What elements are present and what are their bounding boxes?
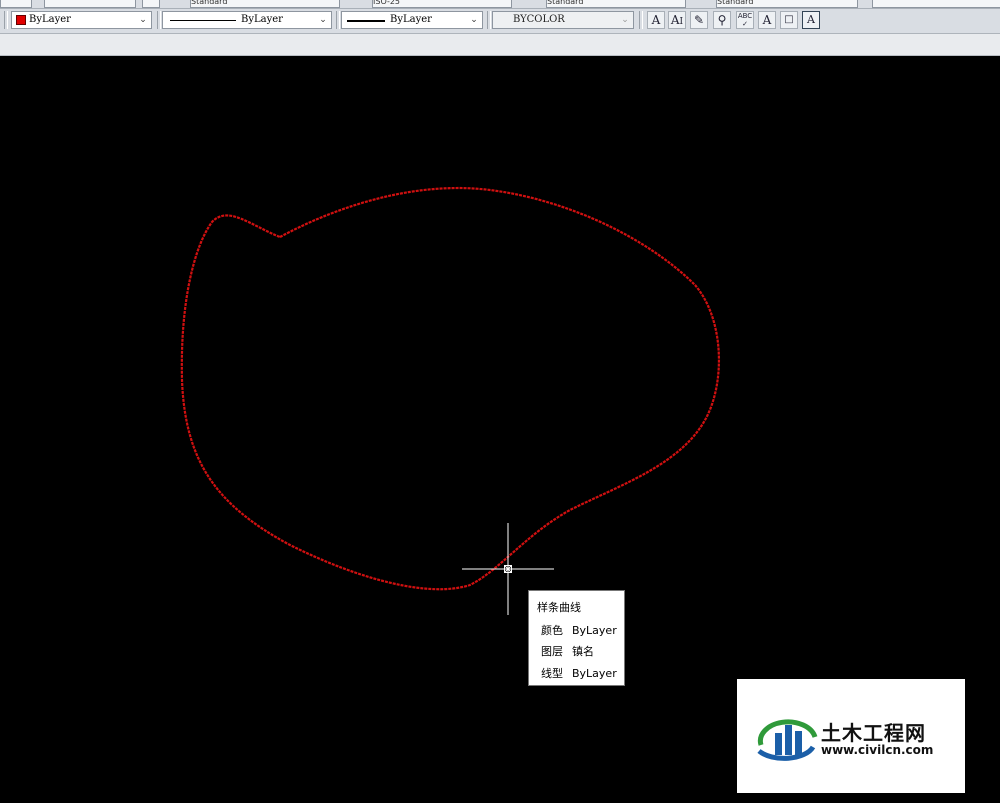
file-tab-strip [0, 34, 1000, 56]
watermark-name: 土木工程网 [821, 721, 926, 745]
tooltip-value: ByLayer [572, 667, 617, 680]
separator [639, 11, 643, 29]
lineweight-preview [347, 20, 385, 22]
tooltip-row-layer: 图层 镇名 [541, 643, 594, 659]
text-style-dropdown[interactable]: Standard [190, 0, 340, 8]
multiline-text-icon[interactable]: A [647, 11, 665, 29]
help-icon[interactable] [142, 0, 160, 8]
separator [157, 11, 161, 29]
tooltip-row-linetype: 线型 ByLayer [541, 665, 617, 681]
linetype-preview [170, 20, 236, 21]
text-edit-2-icon[interactable]: ✎ [690, 11, 708, 29]
table-style-dropdown[interactable]: Standard [546, 0, 686, 8]
chevron-down-icon: ⌄ [319, 15, 327, 25]
mleader-style-value: Standard [717, 0, 754, 6]
styles-toolbar: Standard ISO-25 Standard Standard [0, 0, 1000, 9]
dim-style-dropdown[interactable]: ISO-25 [372, 0, 512, 8]
mleader-style-dropdown[interactable]: Standard [716, 0, 858, 8]
text-edit-icon[interactable]: AI [668, 11, 686, 29]
text-scale-icon[interactable]: A [758, 11, 776, 29]
logo-mark-icon [757, 719, 818, 761]
rollover-tooltip: 样条曲线 颜色 ByLayer 图层 镇名 线型 ByLayer [528, 590, 625, 686]
tool-icon-zoom[interactable] [0, 0, 32, 8]
tooltip-key: 图层 [541, 645, 563, 658]
linetype-value: ByLayer [241, 14, 283, 25]
toolbar-grip[interactable] [4, 11, 8, 29]
text-style-value: Standard [191, 0, 228, 6]
tooltip-value: ByLayer [572, 624, 617, 637]
tooltip-title: 样条曲线 [537, 601, 581, 614]
spell-check-icon[interactable]: ABC ✓ [736, 11, 754, 29]
text-frame-icon[interactable]: A [802, 11, 820, 29]
separator [336, 11, 340, 29]
table-style-value: Standard [547, 0, 584, 6]
chevron-down-icon: ⌄ [470, 15, 478, 25]
lineweight-value: ByLayer [390, 14, 432, 25]
tooltip-key: 颜色 [541, 624, 563, 637]
watermark-logo: 土木工程网 www.civilcn.com [737, 679, 965, 793]
tooltip-key: 线型 [541, 667, 563, 680]
align-tools[interactable] [872, 0, 1000, 8]
color-value: ByLayer [29, 14, 71, 25]
properties-toolbar: ByLayer ⌄ ByLayer ⌄ ByLayer ⌄ BYCOLOR ⌄ … [0, 9, 1000, 34]
watermark-url: www.civilcn.com [821, 743, 934, 757]
color-dropdown[interactable]: ByLayer ⌄ [11, 11, 152, 29]
tooltip-value: 镇名 [572, 645, 594, 658]
tool-icon-group[interactable] [44, 0, 136, 8]
dim-style-value: ISO-25 [373, 0, 401, 6]
plot-style-value: BYCOLOR [513, 14, 565, 25]
justify-text-icon[interactable]: □ [780, 11, 798, 29]
lineweight-dropdown[interactable]: ByLayer ⌄ [341, 11, 483, 29]
linetype-dropdown[interactable]: ByLayer ⌄ [162, 11, 332, 29]
separator [487, 11, 491, 29]
tooltip-row-color: 颜色 ByLayer [541, 622, 617, 638]
spline-curve[interactable] [180, 186, 721, 591]
find-text-icon[interactable]: ⚲ [713, 11, 731, 29]
color-swatch [16, 15, 26, 25]
plot-style-dropdown: BYCOLOR ⌄ [492, 11, 634, 29]
chevron-down-icon: ⌄ [621, 15, 629, 25]
chevron-down-icon: ⌄ [139, 15, 147, 25]
